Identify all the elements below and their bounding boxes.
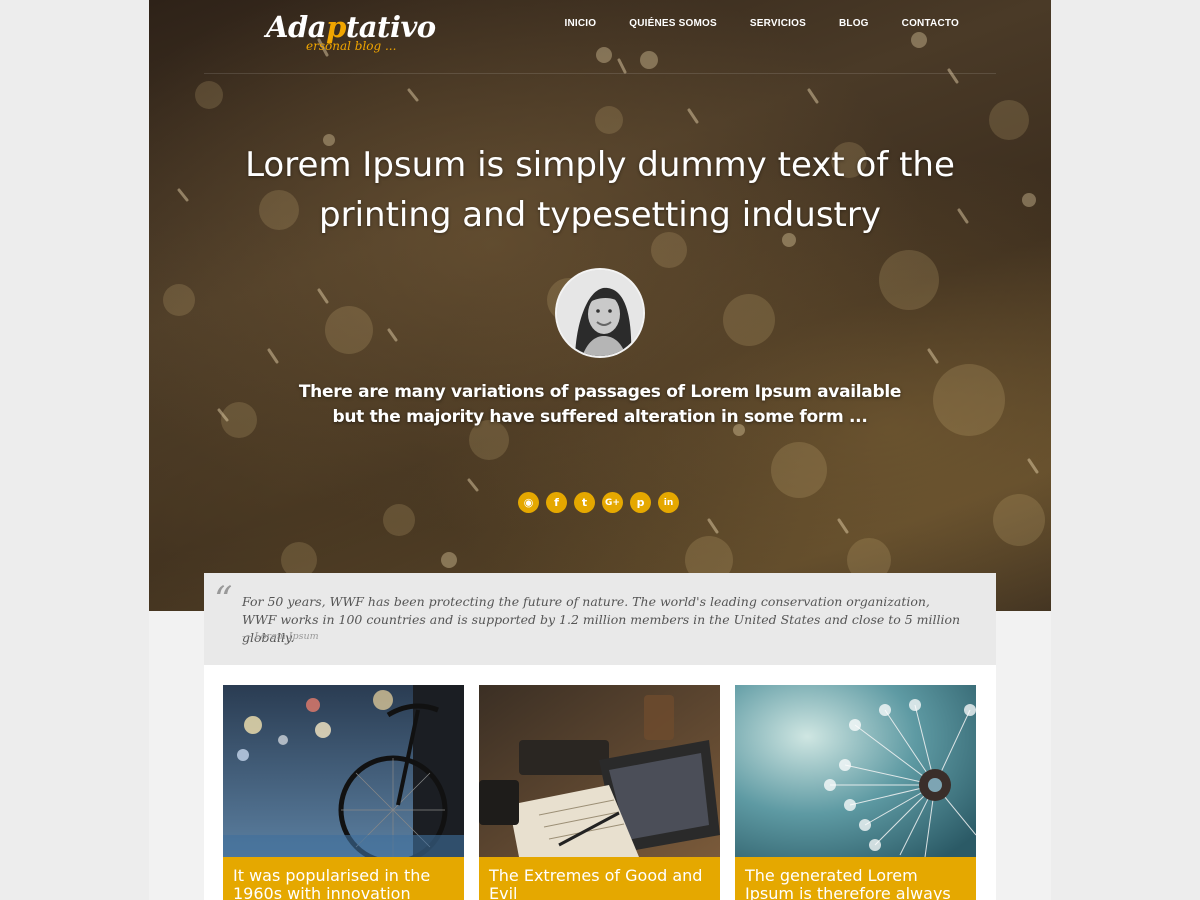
post-card[interactable]: The Extremes of Good and Evil [479, 685, 720, 900]
google-plus-icon[interactable]: G+ [602, 492, 623, 513]
card-image-desk [479, 685, 720, 857]
quote-text: For 50 years, WWF has been protecting th… [242, 594, 961, 645]
logo-subtitle: ersonal blog ... [306, 39, 397, 53]
quote-mark-icon: “ [214, 580, 233, 621]
hero-headline: Lorem Ipsum is simply dummy text of the … [245, 145, 955, 235]
pinterest-icon[interactable]: p [630, 492, 651, 513]
hero-section: Adaptativo ersonal blog ... INICIO QUIÉN… [149, 0, 1051, 611]
post-card-title[interactable]: The Extremes of Good and Evil [479, 857, 720, 900]
quote-citation: — Lorem Ipsum [242, 631, 319, 642]
author-avatar [555, 268, 645, 358]
tagline-line: but the majority have suffered alteratio… [332, 407, 868, 427]
linkedin-icon[interactable]: in [658, 492, 679, 513]
nav-item-servicios[interactable]: SERVICIOS [717, 18, 806, 29]
twitter-icon[interactable]: t [574, 492, 595, 513]
nav-item-contacto[interactable]: CONTACTO [869, 18, 959, 29]
nav-item-blog[interactable]: BLOG [806, 18, 869, 29]
hero-tagline: There are many variations of passages of… [249, 380, 951, 430]
nav-item-inicio[interactable]: INICIO [532, 18, 597, 29]
dandelion-photo[interactable] [735, 685, 976, 857]
nav-divider [204, 73, 996, 74]
page: Adaptativo ersonal blog ... INICIO QUIÉN… [149, 0, 1051, 900]
social-links: ◉ f t G+ p in [518, 492, 679, 513]
facebook-icon[interactable]: f [546, 492, 567, 513]
avatar-portrait [557, 270, 643, 356]
card-image-bicycle [223, 685, 464, 857]
nav-item-quienes-somos[interactable]: QUIÉNES SOMOS [596, 18, 717, 29]
post-card-title[interactable]: It was popularised in the 1960s with inn… [223, 857, 464, 900]
rss-icon[interactable]: ◉ [518, 492, 539, 513]
tagline-line: There are many variations of passages of… [298, 382, 902, 402]
post-card[interactable]: The generated Lorem Ipsum is therefore a… [735, 685, 976, 900]
card-image-dandelion [735, 685, 976, 857]
bicycle-photo[interactable] [223, 685, 464, 857]
featured-quote: “ For 50 years, WWF has been protecting … [204, 573, 996, 665]
post-card-title[interactable]: The generated Lorem Ipsum is therefore a… [735, 857, 976, 900]
desk-notebook-photo[interactable] [479, 685, 720, 857]
post-card[interactable]: It was popularised in the 1960s with inn… [223, 685, 464, 900]
posts-grid: It was popularised in the 1960s with inn… [204, 665, 996, 900]
main-nav: INICIO QUIÉNES SOMOS SERVICIOS BLOG CONT… [532, 18, 960, 29]
